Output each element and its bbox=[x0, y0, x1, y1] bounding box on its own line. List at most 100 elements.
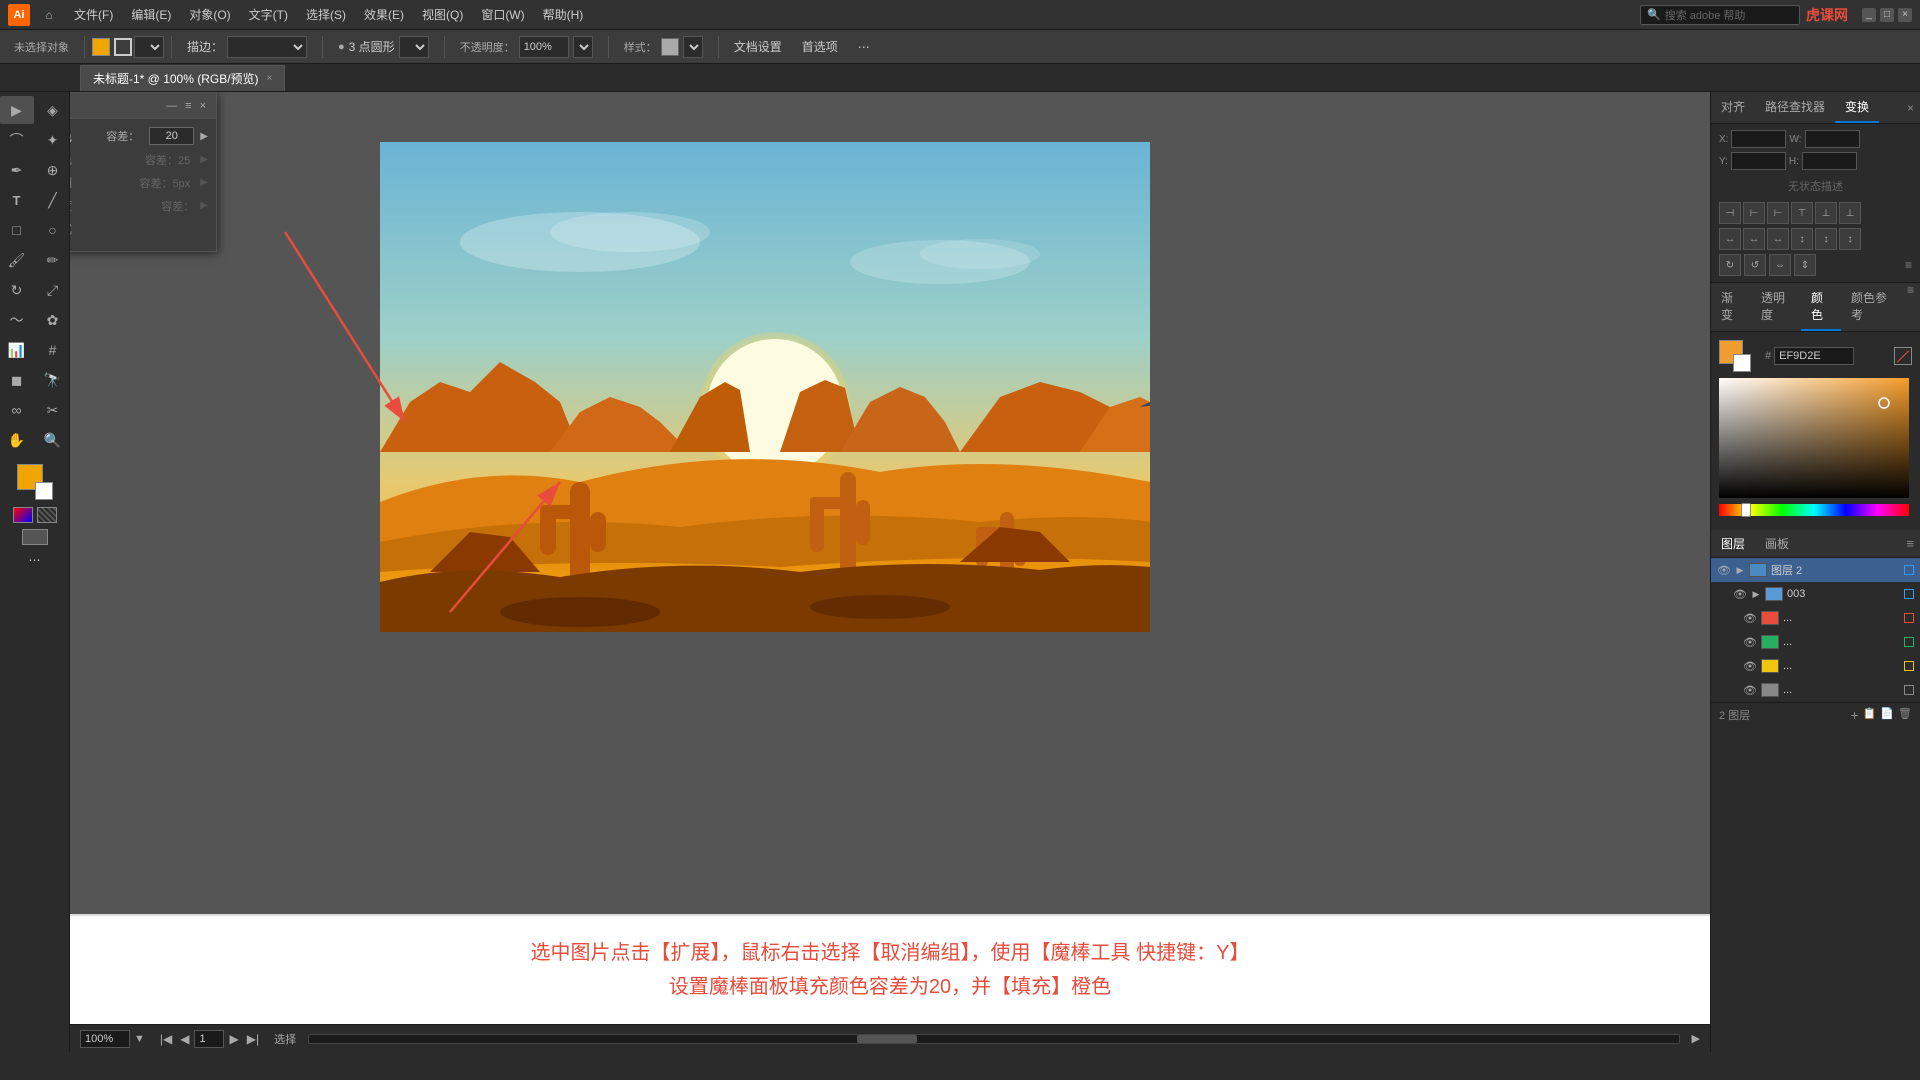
layers-tab[interactable]: 图层 bbox=[1711, 530, 1755, 557]
distribute-top-btn[interactable]: ↕ bbox=[1791, 228, 1813, 250]
selection-tool[interactable]: ▶ bbox=[0, 96, 34, 124]
layer-item-red[interactable]: 👁 ... bbox=[1711, 606, 1920, 630]
document-tab[interactable]: 未标题-1* @ 100% (RGB/预览) × bbox=[80, 65, 285, 91]
more-tools[interactable]: ⋯ bbox=[29, 553, 41, 567]
point-style[interactable]: ● 3 点圆形 bbox=[330, 33, 437, 61]
fill-tolerance-value[interactable]: 20 bbox=[149, 127, 194, 145]
graph-tool[interactable]: 📊 bbox=[0, 336, 34, 364]
blend-tool[interactable]: ∞ bbox=[0, 396, 34, 424]
layer-item-green[interactable]: 👁 ... bbox=[1711, 630, 1920, 654]
search-bar[interactable]: 🔍 搜索 adobe 帮助 bbox=[1640, 5, 1800, 25]
direct-selection-tool[interactable]: ◈ bbox=[36, 96, 70, 124]
stroke-width-arrow[interactable]: ▶ bbox=[200, 177, 208, 188]
new-layer-btn[interactable]: + bbox=[1850, 707, 1858, 723]
rotate-ccw-btn[interactable]: ↺ bbox=[1744, 254, 1766, 276]
distribute-center-h-btn[interactable]: ↔ bbox=[1743, 228, 1765, 250]
flip-h-btn[interactable]: ⇔ bbox=[1769, 254, 1791, 276]
layer-visibility-red[interactable]: 👁 bbox=[1743, 611, 1757, 625]
layer-expand-003[interactable]: ▶ bbox=[1751, 589, 1761, 599]
align-top-btn[interactable]: ⊤ bbox=[1791, 202, 1813, 224]
transform-x-input[interactable] bbox=[1731, 130, 1786, 148]
transparency-tab[interactable]: 透明度 bbox=[1751, 283, 1801, 331]
ellipse-tool[interactable]: ○ bbox=[36, 216, 70, 244]
rect-tool[interactable]: □ bbox=[0, 216, 34, 244]
zoom-tool[interactable]: 🔍 bbox=[36, 426, 70, 454]
doc-settings-button[interactable]: 文档设置 bbox=[726, 35, 790, 58]
transform-tab[interactable]: 变换 bbox=[1835, 92, 1879, 123]
first-page-button[interactable]: |◀ bbox=[157, 1032, 175, 1046]
panel-close-btn[interactable]: × bbox=[1907, 101, 1914, 115]
home-icon[interactable]: ⌂ bbox=[38, 4, 60, 26]
menu-file[interactable]: 文件(F) bbox=[66, 3, 121, 26]
desert-canvas[interactable] bbox=[380, 142, 1150, 632]
horizontal-scrollbar[interactable] bbox=[308, 1034, 1679, 1044]
next-page-button[interactable]: ▶ bbox=[226, 1032, 241, 1046]
distribute-left-btn[interactable]: ↔ bbox=[1719, 228, 1741, 250]
point-select[interactable] bbox=[399, 36, 429, 58]
hue-slider-thumb[interactable] bbox=[1741, 503, 1751, 517]
menu-help[interactable]: 帮助(H) bbox=[535, 3, 592, 26]
window-maximize[interactable]: □ bbox=[1880, 8, 1894, 22]
gradient-tab[interactable]: 渐变 bbox=[1711, 283, 1751, 331]
style-dropdown[interactable] bbox=[683, 36, 703, 58]
align-tab[interactable]: 对齐 bbox=[1711, 92, 1755, 123]
menu-effect[interactable]: 效果(E) bbox=[356, 3, 412, 26]
flip-v-btn[interactable]: ⇕ bbox=[1794, 254, 1816, 276]
layer-expand-2[interactable]: ▶ bbox=[1735, 565, 1745, 575]
pencil-tool[interactable]: ✏ bbox=[36, 246, 70, 274]
view-mode[interactable] bbox=[22, 529, 48, 545]
none-swatch[interactable] bbox=[37, 507, 57, 523]
distribute-right-btn[interactable]: ↔ bbox=[1767, 228, 1789, 250]
opacity-input[interactable] bbox=[519, 36, 569, 58]
menu-edit[interactable]: 编辑(E) bbox=[123, 3, 179, 26]
distribute-center-v-btn[interactable]: ↕ bbox=[1815, 228, 1837, 250]
layer-visibility-gray[interactable]: 👁 bbox=[1743, 683, 1757, 697]
layer-item-003[interactable]: 👁 ▶ 003 bbox=[1711, 582, 1920, 606]
color-tab[interactable]: 颜色 bbox=[1801, 283, 1841, 331]
magic-wand-tool[interactable]: ✦ bbox=[36, 126, 70, 154]
menu-object[interactable]: 对象(O) bbox=[181, 3, 238, 26]
layer-visibility-yellow[interactable]: 👁 bbox=[1743, 659, 1757, 673]
pen-tool[interactable]: ✒ bbox=[0, 156, 34, 184]
background-color[interactable] bbox=[35, 482, 53, 500]
page-number-input[interactable] bbox=[194, 1030, 224, 1048]
fill-color-swatch[interactable] bbox=[92, 38, 110, 56]
layer-visibility-green[interactable]: 👁 bbox=[1743, 635, 1757, 649]
preferences-button[interactable]: 首选项 bbox=[794, 35, 846, 58]
panel-options-btn[interactable]: ≡ bbox=[1905, 258, 1912, 272]
transform-w-input[interactable] bbox=[1805, 130, 1860, 148]
gradient-tool[interactable]: ◼ bbox=[0, 366, 34, 394]
stroke-color-arrow[interactable]: ▶ bbox=[200, 154, 208, 165]
magic-wand-options[interactable]: ≡ bbox=[183, 100, 193, 112]
magic-wand-close[interactable]: × bbox=[198, 100, 208, 112]
transform-y-input[interactable] bbox=[1731, 152, 1786, 170]
bg-color-swatch[interactable] bbox=[1733, 354, 1751, 372]
style-swatch[interactable] bbox=[661, 38, 679, 56]
layer-lock-2[interactable] bbox=[1886, 563, 1900, 577]
hue-slider[interactable] bbox=[1719, 504, 1909, 516]
stroke-swatch[interactable] bbox=[114, 38, 132, 56]
window-close[interactable]: × bbox=[1898, 8, 1912, 22]
layers-options[interactable]: ≡ bbox=[1906, 536, 1914, 551]
line-tool[interactable]: ╱ bbox=[36, 186, 70, 214]
make-clipping-btn[interactable]: 📋 bbox=[1863, 707, 1877, 723]
type-tool[interactable]: T bbox=[0, 186, 34, 214]
color-spectrum[interactable] bbox=[1719, 378, 1909, 498]
scissors-tool[interactable]: ✂ bbox=[36, 396, 70, 424]
delete-layer-btn[interactable]: 🗑 bbox=[1898, 707, 1912, 723]
gradient-swatch[interactable] bbox=[13, 507, 33, 523]
zoom-input[interactable] bbox=[80, 1030, 130, 1048]
toolbar-extras[interactable]: ⋯ bbox=[850, 37, 878, 57]
anchor-tool[interactable]: ⊕ bbox=[36, 156, 70, 184]
align-center-v-btn[interactable]: ⊥ bbox=[1815, 202, 1837, 224]
menu-select[interactable]: 选择(S) bbox=[298, 3, 354, 26]
menu-type[interactable]: 文字(T) bbox=[241, 3, 296, 26]
distribute-bottom-btn[interactable]: ↕ bbox=[1839, 228, 1861, 250]
paintbrush-tool[interactable]: 🖌 bbox=[0, 246, 34, 274]
layer-visibility-003[interactable]: 👁 bbox=[1733, 587, 1747, 601]
window-minimize[interactable]: _ bbox=[1862, 8, 1876, 22]
symbol-tool[interactable]: ✿ bbox=[36, 306, 70, 334]
hand-tool[interactable]: ✋ bbox=[0, 426, 34, 454]
transform-h-input[interactable] bbox=[1802, 152, 1857, 170]
lasso-tool[interactable]: ⌒ bbox=[0, 126, 34, 154]
